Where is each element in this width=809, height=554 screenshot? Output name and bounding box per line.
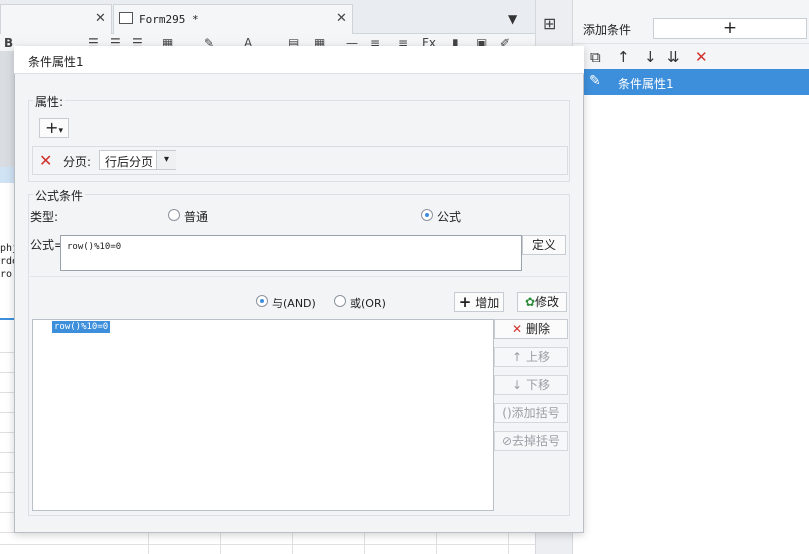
add-property-button[interactable]: +▾ [39, 118, 69, 138]
or-label[interactable]: 或(OR) [350, 295, 386, 311]
type-formula-radio[interactable] [421, 209, 433, 221]
type-normal-label[interactable]: 普通 [184, 208, 208, 225]
page-select-value: 行后分页 [105, 155, 154, 169]
formula-value: row()%10=0 [67, 242, 122, 252]
modify-button[interactable]: ✿修改 [517, 292, 567, 312]
define-button[interactable]: 定义 [522, 235, 566, 255]
formula-field[interactable]: row()%10=0 [60, 235, 522, 271]
layout-toggle-icon[interactable]: ⊞ [543, 14, 556, 33]
remove-property-icon[interactable]: ✕ [39, 151, 52, 170]
selection-edge [0, 318, 14, 320]
dialog-title-bar: 条件属性1 [14, 46, 584, 74]
add-condition-label: 添加条件 [583, 23, 632, 37]
type-normal-radio[interactable] [168, 209, 180, 221]
remove-bracket-button[interactable]: ⊘去掉括号 [494, 431, 568, 451]
cell-text-fragment: phj rde ro [0, 243, 14, 280]
formula-condition-label: 公式条件 [33, 187, 86, 204]
add-condition-item-button[interactable]: + 增加 [454, 292, 504, 312]
properties-label: 属性: [33, 93, 66, 110]
column-header-strip [0, 52, 14, 167]
form-icon [119, 12, 133, 24]
divider [30, 276, 568, 277]
tab-menu-icon[interactable]: ▼ [508, 12, 517, 26]
condition-item[interactable]: ✎ 条件属性1 [584, 69, 809, 95]
arrow-up-icon: ↑ [512, 350, 523, 364]
editor-tab-1[interactable]: ✕ [0, 4, 112, 34]
condition-expression-list[interactable]: row()%10=0 [32, 319, 494, 511]
close-icon: ✕ [512, 322, 523, 336]
condition-item-label: 条件属性1 [618, 77, 674, 91]
type-label: 类型: [30, 210, 59, 224]
arrow-up-icon[interactable]: ↑ [617, 48, 630, 66]
chevron-down-icon[interactable]: ▾ [156, 151, 176, 169]
move-bottom-icon[interactable]: ⇊ [667, 48, 680, 66]
page-select[interactable]: 行后分页 ▾ [99, 150, 176, 170]
plus-icon: + [458, 293, 472, 311]
bracket-icon: () [502, 406, 512, 420]
and-radio[interactable] [256, 295, 268, 307]
move-down-button[interactable]: ↓ 下移 [494, 375, 568, 395]
page-label: 分页: [63, 155, 92, 169]
delete-condition-button[interactable]: ✕ 删除 [494, 319, 568, 339]
copy-icon[interactable]: ⧉ [590, 48, 601, 66]
arrow-down-icon[interactable]: ↓ [644, 48, 657, 66]
type-formula-label[interactable]: 公式 [437, 208, 461, 225]
condition-expression-item[interactable]: row()%10=0 [52, 321, 111, 333]
editor-tab-label: Form295 * [139, 13, 199, 26]
add-bracket-button[interactable]: ()添加括号 [494, 403, 568, 423]
formula-label: 公式= [30, 238, 65, 252]
condition-toolbar [573, 44, 809, 70]
modify-icon: ✿ [524, 295, 536, 309]
or-radio[interactable] [334, 295, 346, 307]
selected-row-marker [0, 167, 14, 183]
editor-tab-bar: ✕ Form295 * ✕ ▼ [0, 0, 535, 34]
tab-close-icon[interactable]: ✕ [95, 11, 106, 26]
edit-icon: ✎ [589, 73, 601, 89]
arrow-down-icon: ↓ [512, 378, 523, 392]
and-label[interactable]: 与(AND) [272, 295, 316, 311]
delete-icon[interactable]: ✕ [695, 48, 708, 66]
dialog-title: 条件属性1 [28, 55, 84, 69]
move-up-button[interactable]: ↑ 上移 [494, 347, 568, 367]
bold-icon[interactable]: B [4, 36, 13, 50]
remove-bracket-icon: ⊘ [501, 434, 513, 448]
add-condition-button[interactable]: + [653, 18, 807, 39]
tab-close-icon[interactable]: ✕ [336, 11, 347, 26]
editor-tab-form295[interactable]: Form295 * ✕ [113, 4, 353, 34]
